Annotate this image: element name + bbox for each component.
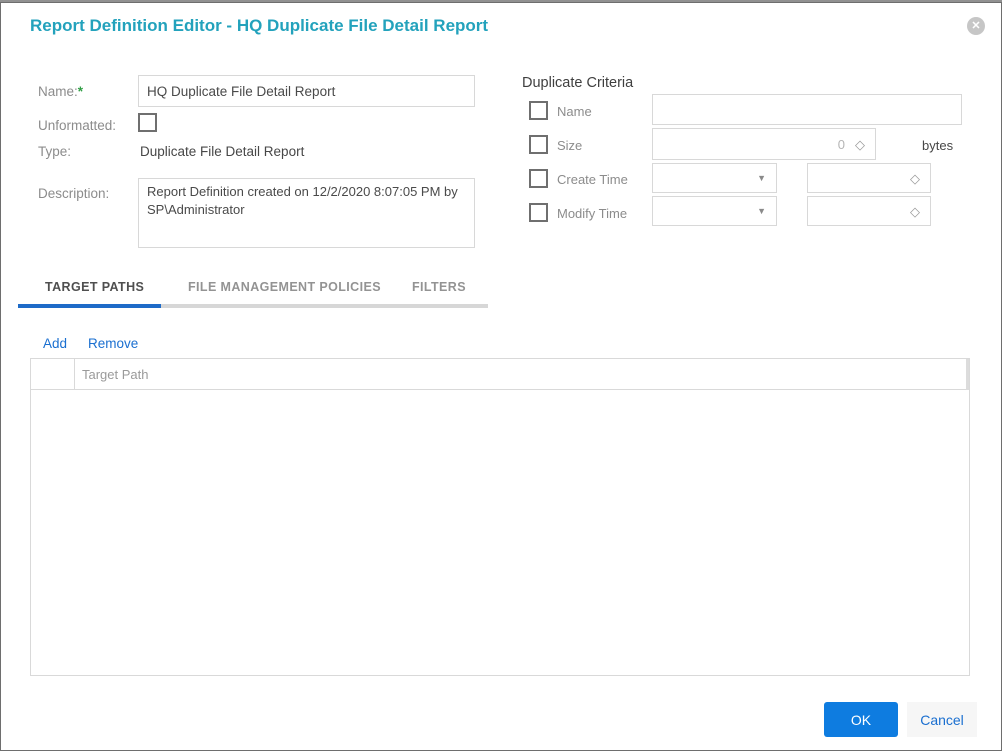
duplicate-criteria-heading: Duplicate Criteria xyxy=(522,75,634,91)
modify-time-spinner[interactable]: ◇ xyxy=(807,196,931,226)
criteria-name-label: Name xyxy=(557,104,592,119)
table-header-row: Target Path xyxy=(31,359,969,390)
spinner-updown-icon[interactable]: ◇ xyxy=(910,205,920,218)
criteria-name-checkbox[interactable] xyxy=(529,101,548,120)
tab-filters[interactable]: FILTERS xyxy=(412,280,466,294)
close-icon[interactable]: ✕ xyxy=(967,17,985,35)
description-textarea[interactable]: Report Definition created on 12/2/2020 8… xyxy=(138,178,475,248)
create-time-spinner[interactable]: ◇ xyxy=(807,163,931,193)
tab-target-paths[interactable]: TARGET PATHS xyxy=(45,280,144,294)
remove-link[interactable]: Remove xyxy=(88,336,138,351)
tab-underline-track xyxy=(18,304,488,308)
criteria-size-checkbox[interactable] xyxy=(529,135,548,154)
close-x-glyph: ✕ xyxy=(971,19,981,32)
add-link[interactable]: Add xyxy=(43,336,67,351)
size-value: 0 xyxy=(837,136,845,152)
column-divider xyxy=(74,359,75,390)
description-label: Description: xyxy=(38,186,110,201)
tab-file-management-policies[interactable]: FILE MANAGEMENT POLICIES xyxy=(188,280,381,294)
type-value: Duplicate File Detail Report xyxy=(140,144,305,159)
type-label: Type: xyxy=(38,144,72,159)
criteria-create-time-label: Create Time xyxy=(557,172,628,187)
criteria-modify-time-checkbox[interactable] xyxy=(529,203,548,222)
active-tab-underline xyxy=(18,304,161,308)
cancel-button[interactable]: Cancel xyxy=(907,702,977,737)
modify-time-dropdown[interactable]: ▼ xyxy=(652,196,777,226)
scrollbar-track[interactable] xyxy=(966,359,969,390)
unformatted-checkbox[interactable] xyxy=(138,113,157,132)
name-label: Name:* xyxy=(38,84,84,99)
unformatted-label: Unformatted: xyxy=(38,118,117,133)
dropdown-arrow-icon: ▼ xyxy=(757,205,766,216)
dropdown-arrow-icon: ▼ xyxy=(757,172,766,183)
ok-button[interactable]: OK xyxy=(824,702,898,737)
spinner-updown-icon[interactable]: ◇ xyxy=(910,172,920,185)
target-path-column-header: Target Path xyxy=(82,367,149,382)
size-unit-label: bytes xyxy=(922,138,954,153)
required-marker: * xyxy=(77,84,84,99)
criteria-size-label: Size xyxy=(557,138,583,153)
criteria-modify-time-label: Modify Time xyxy=(557,206,628,221)
create-time-dropdown[interactable]: ▼ xyxy=(652,163,777,193)
criteria-create-time-checkbox[interactable] xyxy=(529,169,548,188)
target-paths-table[interactable]: Target Path xyxy=(30,358,970,676)
criteria-name-input[interactable] xyxy=(652,94,962,125)
report-definition-editor-dialog: Report Definition Editor - HQ Duplicate … xyxy=(0,0,1002,751)
dialog-title: Report Definition Editor - HQ Duplicate … xyxy=(30,16,489,35)
spinner-updown-icon[interactable]: ◇ xyxy=(855,138,865,151)
name-input[interactable] xyxy=(138,75,475,107)
criteria-size-spinner[interactable]: 0 ◇ xyxy=(652,128,876,160)
